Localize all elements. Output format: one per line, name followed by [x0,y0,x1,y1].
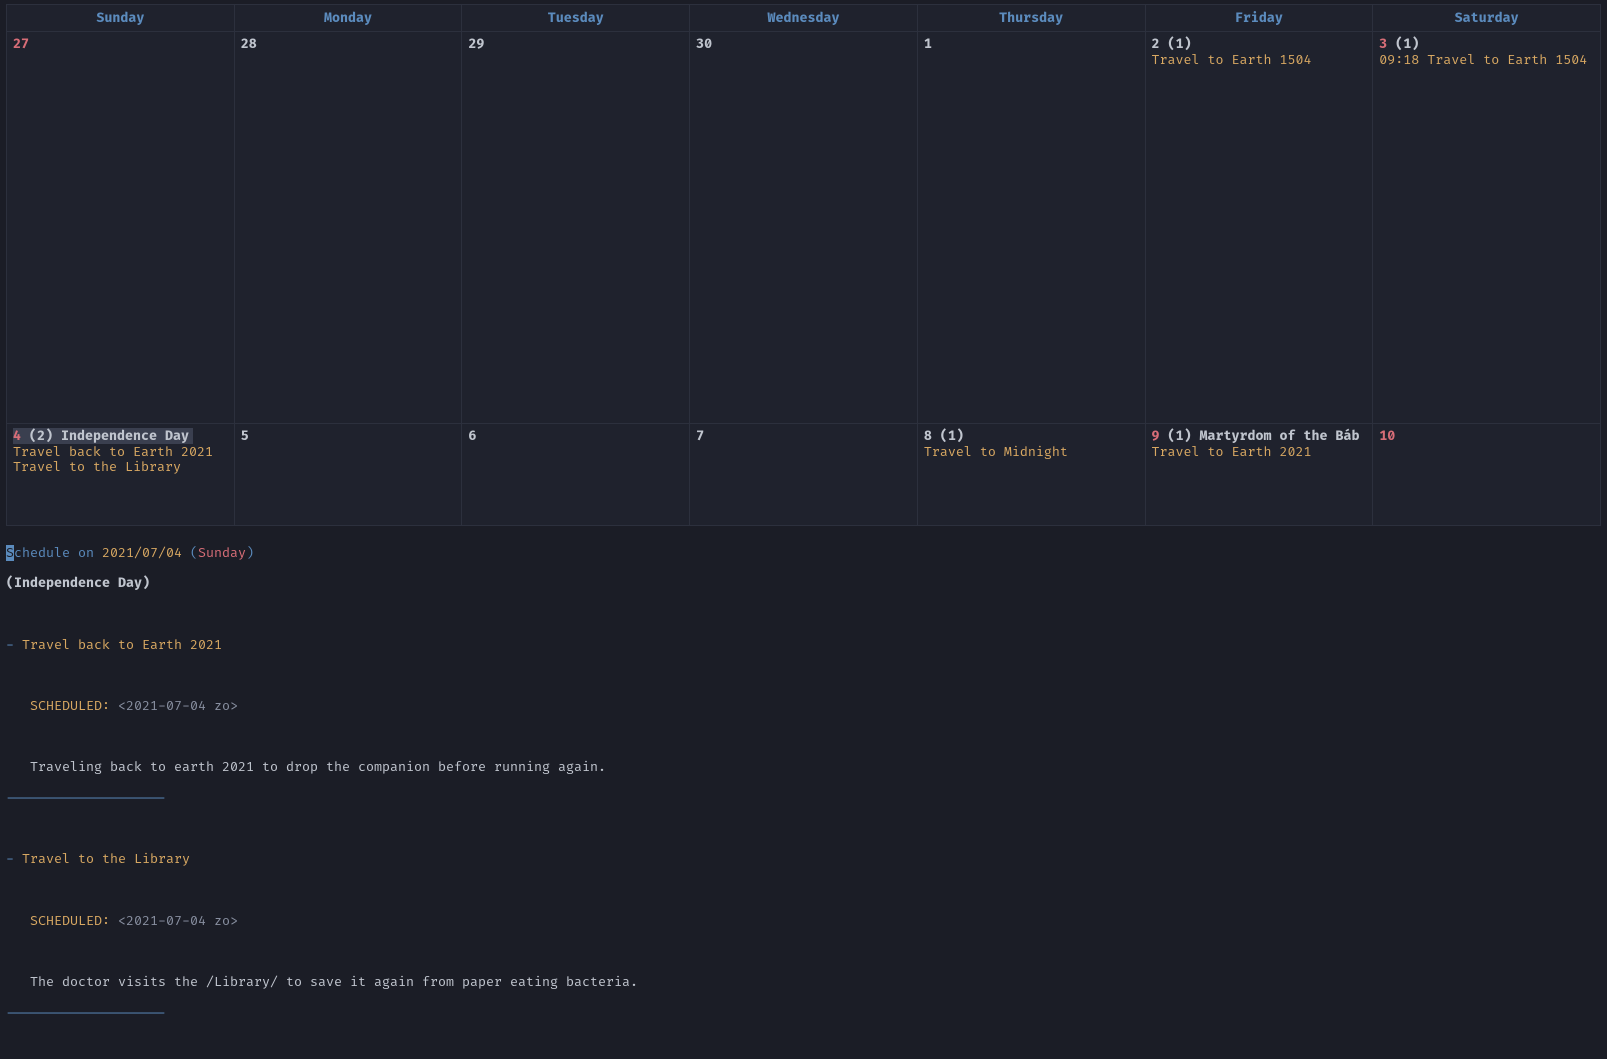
th-wednesday: Wednesday [690,5,918,32]
schedule-day: Sunday [198,545,246,561]
event[interactable]: Travel to Midnight [924,445,1139,460]
schedule-item[interactable]: - Travel to the Library [6,852,1601,867]
schedule-body: Traveling back to earth 2021 to drop the… [6,760,1601,775]
calendar-week-1: 27 28 29 30 1 2 (1) [7,32,1601,424]
cell-jul-5[interactable]: 5 [234,424,462,526]
daynum: 8 [924,428,932,444]
holiday-name: Martyrdom of the Báb [1200,428,1360,444]
daynum: 28 [241,36,257,52]
daynum: 7 [696,428,704,444]
cell-jun-28[interactable]: 28 [234,32,462,424]
th-thursday: Thursday [917,5,1145,32]
schedule-item-title: Travel to the Library [22,851,190,867]
event-count: (1) [1395,36,1419,52]
daynum: 3 [1379,36,1387,52]
th-sunday: Sunday [7,5,235,32]
daynum: 6 [468,428,476,444]
cell-jul-1[interactable]: 1 [917,32,1145,424]
th-saturday: Saturday [1373,5,1601,32]
schedule-title: Schedule on 2021/07/04 (Sunday) [6,546,1601,561]
daynum: 2 [1152,36,1160,52]
cell-jul-9[interactable]: 9 (1) Martyrdom of the Báb Travel to Ear… [1145,424,1373,526]
rule: -------------------- [6,1006,1601,1021]
th-monday: Monday [234,5,462,32]
calendar-grid[interactable]: Sunday Monday Tuesday Wednesday Thursday… [6,4,1601,526]
daynum: 29 [468,36,484,52]
cell-jun-29[interactable]: 29 [462,32,690,424]
cell-jun-30[interactable]: 30 [690,32,918,424]
th-tuesday: Tuesday [462,5,690,32]
event-count: (1) [1168,428,1192,444]
rule: -------------------- [6,791,1601,806]
schedule-date: 2021/07/04 [102,545,182,561]
event[interactable]: Travel back to Earth 2021 [13,445,228,460]
event[interactable]: 09:18 Travel to Earth 1504 [1379,53,1594,68]
daynum: 10 [1379,428,1395,444]
schedule-body: The doctor visits the /Library/ to save … [6,975,1601,990]
daynum: 4 [13,428,21,444]
calendar: Sunday Monday Tuesday Wednesday Thursday… [0,0,1607,530]
cell-jul-4-selected[interactable]: 4 (2) Independence Day Travel back to Ea… [7,424,235,526]
text-cursor: S [6,545,14,561]
cell-jul-3[interactable]: 3 (1) 09:18 Travel to Earth 1504 [1373,32,1601,424]
cell-jul-10[interactable]: 10 [1373,424,1601,526]
schedule-item-title: Travel back to Earth 2021 [22,637,222,653]
daynum: 5 [241,428,249,444]
schedule-detail: Schedule on 2021/07/04 (Sunday) (Indepen… [0,530,1607,1059]
calendar-header-row: Sunday Monday Tuesday Wednesday Thursday… [7,5,1601,32]
cell-jun-27[interactable]: 27 [7,32,235,424]
event[interactable]: Travel to the Library [13,460,228,475]
th-friday: Friday [1145,5,1373,32]
cell-jul-8[interactable]: 8 (1) Travel to Midnight [917,424,1145,526]
daynum: 1 [924,36,932,52]
schedule-subtitle: (Independence Day) [6,576,1601,591]
cell-jul-7[interactable]: 7 [690,424,918,526]
event-count: (2) [29,428,53,444]
event-count: (1) [940,428,964,444]
calendar-week-2: 4 (2) Independence Day Travel back to Ea… [7,424,1601,526]
cell-jul-2[interactable]: 2 (1) Travel to Earth 1504 [1145,32,1373,424]
daynum: 30 [696,36,712,52]
daynum: 27 [13,36,29,52]
event[interactable]: Travel to Earth 1504 [1152,53,1367,68]
schedule-scheduled-line: SCHEDULED: <2021-07-04 zo> [6,914,1601,929]
event[interactable]: Travel to Earth 2021 [1152,445,1367,460]
event-count: (1) [1168,36,1192,52]
schedule-item[interactable]: - Travel back to Earth 2021 [6,638,1601,653]
holiday-name: Independence Day [61,428,189,444]
schedule-scheduled-line: SCHEDULED: <2021-07-04 zo> [6,699,1601,714]
cell-jul-6[interactable]: 6 [462,424,690,526]
daynum: 9 [1152,428,1160,444]
